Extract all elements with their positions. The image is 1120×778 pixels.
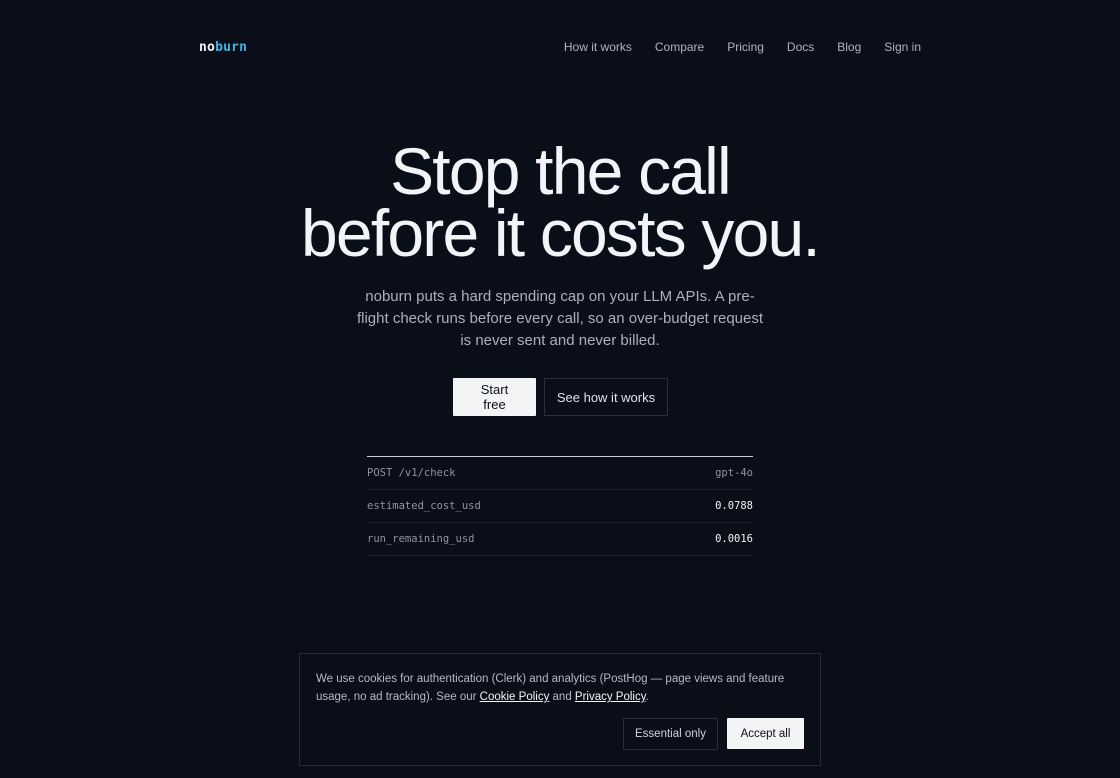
cookie-banner: We use cookies for authentication (Clerk… xyxy=(299,653,821,766)
nav-link-pricing[interactable]: Pricing xyxy=(727,40,764,54)
accept-all-button[interactable]: Accept all xyxy=(727,718,804,749)
nav-link-compare[interactable]: Compare xyxy=(655,40,704,54)
nav-link-docs[interactable]: Docs xyxy=(787,40,814,54)
nav-link-blog[interactable]: Blog xyxy=(837,40,861,54)
logo-suffix: burn xyxy=(215,40,248,55)
check-table: POST /v1/check gpt-4o estimated_cost_usd… xyxy=(367,456,753,556)
hero-title: Stop the call before it costs you. xyxy=(0,134,1120,270)
top-nav: noburn How it works Compare Pricing Docs… xyxy=(0,0,1120,95)
cookie-policy-link[interactable]: Cookie Policy xyxy=(480,691,550,703)
cookie-text-and: and xyxy=(549,691,575,703)
table-row: run_remaining_usd 0.0016 xyxy=(367,523,753,556)
cta-row: Start free See how it works xyxy=(453,378,668,416)
cookie-text-end: . xyxy=(645,691,649,703)
check-row-key: estimated_cost_usd xyxy=(367,500,481,512)
check-row-key: run_remaining_usd xyxy=(367,533,475,545)
check-header-row: POST /v1/check gpt-4o xyxy=(367,457,753,490)
essential-only-button[interactable]: Essential only xyxy=(623,718,718,750)
start-free-button[interactable]: Start free xyxy=(453,378,536,416)
cookie-text: We use cookies for authentication (Clerk… xyxy=(316,670,811,706)
check-endpoint: POST /v1/check xyxy=(367,467,456,479)
logo-prefix: no xyxy=(199,40,216,55)
logo[interactable]: noburn xyxy=(199,40,247,55)
check-model: gpt-4o xyxy=(715,467,753,479)
nav-links: How it works Compare Pricing Docs Blog S… xyxy=(564,40,921,54)
check-row-value: 0.0788 xyxy=(715,500,753,512)
cookie-actions: Essential only Accept all xyxy=(623,718,804,750)
privacy-policy-link[interactable]: Privacy Policy xyxy=(575,691,646,703)
table-row: estimated_cost_usd 0.0788 xyxy=(367,490,753,523)
see-how-it-works-button[interactable]: See how it works xyxy=(544,378,668,416)
hero-title-line2: before it costs you. xyxy=(301,196,821,270)
hero-subtitle: noburn puts a hard spending cap on your … xyxy=(356,288,764,349)
check-row-value: 0.0016 xyxy=(715,533,753,545)
nav-link-how-it-works[interactable]: How it works xyxy=(564,40,632,54)
hero-title-line1: Stop the call xyxy=(390,134,732,208)
nav-link-sign-in[interactable]: Sign in xyxy=(884,40,921,54)
